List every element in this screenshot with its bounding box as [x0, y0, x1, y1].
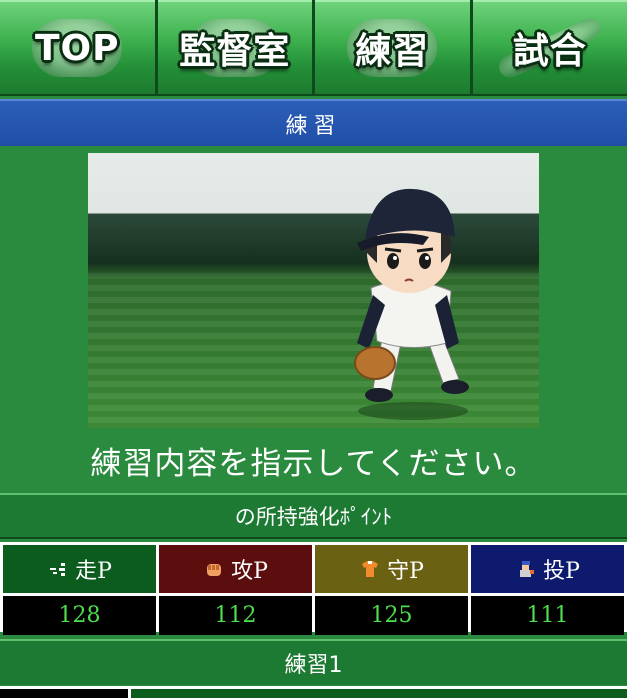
run-points-header: 走P [3, 545, 156, 593]
nav-match-button[interactable]: 試合 [472, 0, 627, 96]
practice-scene-image [88, 153, 539, 428]
pitch-points-header: 投P [471, 545, 624, 593]
nav-practice-button[interactable]: 練習 [315, 0, 470, 96]
nav-manager-room-label: 監督室 [179, 31, 291, 72]
fist-icon [207, 564, 222, 576]
nav-top-button[interactable]: TOP [0, 0, 155, 96]
nav-manager-room-button[interactable]: 監督室 [157, 0, 312, 96]
nav-top-label: TOP [34, 27, 120, 69]
practice-1-header: 練習1 [0, 639, 627, 685]
practice-1-label: 練習1 [284, 653, 343, 678]
run-icon [50, 563, 66, 576]
shirt-icon [362, 561, 379, 577]
pitch-points-label: 投P [543, 559, 580, 584]
attack-points-header: 攻P [159, 545, 312, 593]
run-points-label: 走P [75, 559, 112, 584]
pitch-points-value: 111 [471, 596, 624, 635]
top-nav: TOP 監督室 練習 試合 [0, 0, 627, 96]
instruction-text: 練習内容を指示してください。 [90, 446, 537, 482]
nav-match-label: 試合 [512, 31, 587, 72]
pitcher-icon [520, 561, 535, 577]
page-title-bar: 練習 [0, 99, 627, 146]
defense-points-header: 守P [315, 545, 468, 593]
practice-1-row [0, 686, 627, 698]
points-header-bar: の所持強化ﾎﾟｲﾝﾄ [0, 493, 627, 539]
player-character-image [354, 188, 469, 420]
defense-points-value: 125 [315, 596, 468, 635]
attack-points-label: 攻P [231, 559, 268, 584]
points-header: の所持強化ﾎﾟｲﾝﾄ [234, 505, 393, 529]
points-grid: 走P 攻P 守P 投P 128 112 125 111 [0, 542, 627, 635]
page-title: 練習 [285, 113, 342, 139]
run-points-value: 128 [3, 596, 156, 635]
defense-points-label: 守P [387, 559, 424, 584]
nav-practice-label: 練習 [355, 31, 430, 72]
practice-1-option[interactable] [131, 689, 627, 698]
attack-points-value: 112 [159, 596, 312, 635]
